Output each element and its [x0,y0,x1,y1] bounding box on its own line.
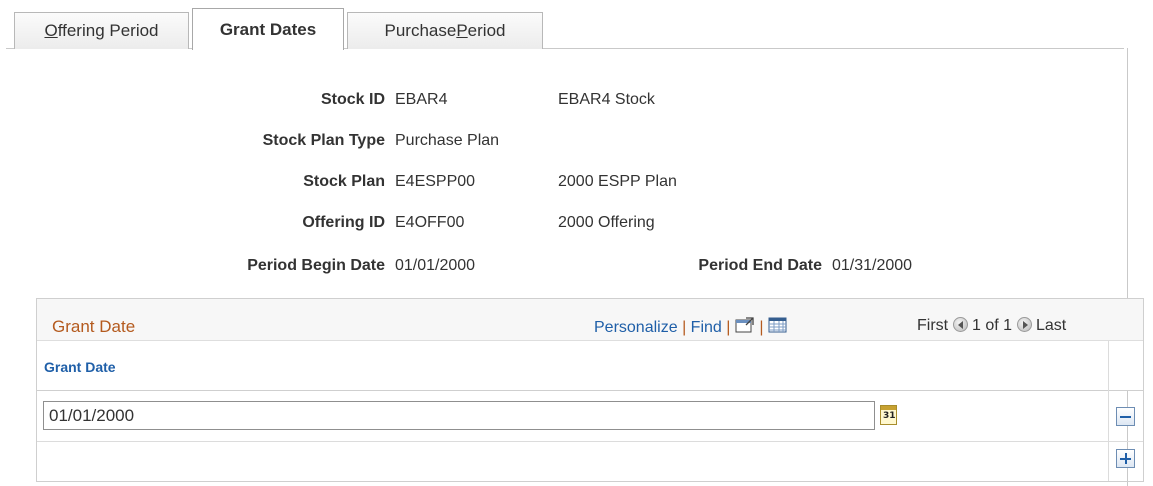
period-end-date-value: 01/31/2000 [832,257,913,274]
column-separator [1108,341,1109,481]
tab-offering-period[interactable]: Offering Period [14,12,189,49]
personalize-link[interactable]: Personalize [594,319,678,336]
grant-date-input[interactable] [43,401,875,430]
grid-header-bar: Grant Date Personalize | Find | | First … [37,299,1143,341]
stock-plan-type-value: Purchase Plan [395,132,500,149]
stock-plan-value: E4ESPP00 [395,173,476,190]
stock-id-value: EBAR4 [395,91,448,108]
period-end-date-label: Period End Date [698,257,822,274]
column-header-grant-date[interactable]: Grant Date [44,359,116,375]
grid-title: Grant Date [52,317,136,336]
grid-column-header: Grant Date [37,341,1143,391]
download-grid-icon[interactable] [768,317,788,339]
stock-plan-type-label: Stock Plan Type [262,132,385,149]
view-all-icon[interactable] [735,317,755,339]
grid-tools: Personalize | Find | | [594,317,788,339]
previous-row-icon[interactable] [952,317,968,332]
grant-date-grid: Grant Date Personalize | Find | | First … [36,298,1144,482]
tab-grant-dates[interactable]: Grant Dates [192,8,344,50]
stock-plan-description: 2000 ESPP Plan [558,173,677,190]
tab-label-post: eriod [467,21,506,40]
add-row-icon[interactable] [1116,449,1135,468]
grid-pager: First 1 of 1 Last [917,317,1066,335]
calendar-icon[interactable]: 31 [880,405,897,425]
last-label: Last [1035,317,1067,334]
period-begin-date-label: Period Begin Date [247,257,385,274]
stock-id-description: EBAR4 Stock [558,91,655,108]
stock-plan-label: Stock Plan [303,173,385,190]
period-begin-date-value: 01/01/2000 [395,257,476,274]
tab-label-pre: Purchase [384,21,457,40]
tab-label-accesskey: P [456,21,468,40]
row-divider [37,441,1143,442]
separator: | [726,319,731,336]
next-row-icon[interactable] [1016,317,1032,332]
first-label: First [917,317,949,334]
separator: | [759,319,764,336]
tab-label: Grant Dates [219,19,317,39]
offering-id-description: 2000 Offering [558,214,655,231]
tab-purchase-period[interactable]: Purchase Period [347,12,543,49]
stock-id-label: Stock ID [320,91,385,108]
find-link[interactable]: Find [691,319,722,336]
separator: | [682,319,687,336]
tab-label-accesskey: O [44,21,58,40]
offering-id-label: Offering ID [302,214,385,231]
row-count: 1 of 1 [972,317,1013,334]
tab-label-post: ffering Period [57,21,159,40]
tab-bar: Offering Period Grant Dates Purchase Per… [0,0,1153,50]
delete-row-icon[interactable] [1116,407,1135,426]
offering-id-value: E4OFF00 [395,214,465,231]
